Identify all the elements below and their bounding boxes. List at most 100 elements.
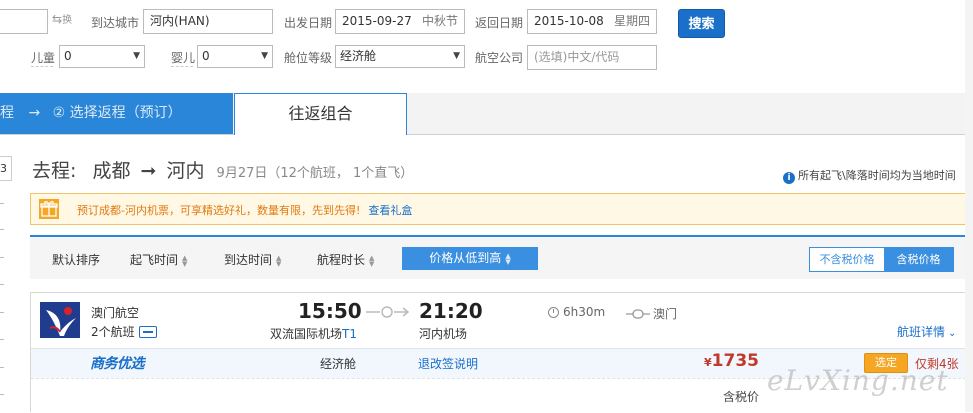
swap-cities-button[interactable]: ⇆换 — [52, 11, 72, 26]
flight-duration-value: 6h30m — [563, 305, 606, 319]
refund-policy-link[interactable]: 退改签说明 — [418, 355, 478, 372]
promo-message: 预订成都-河内机票，可享精选好礼，数量有限，先到先得! — [77, 204, 361, 217]
flight-duration: 6h30m — [548, 305, 605, 319]
departure-terminal: T1 — [342, 327, 357, 341]
sort-arrive-time-label: 到达时间 — [224, 253, 273, 267]
stopover: 澳门 — [626, 305, 677, 322]
departure-time: 15:50 — [298, 299, 362, 323]
departure-airport-name: 双流国际机场 — [270, 327, 343, 341]
airline-input[interactable]: (选填)中文/代码 — [527, 45, 657, 70]
fare-price-value: 1735 — [711, 351, 759, 371]
chevron-down-icon: ⌄ — [948, 328, 957, 339]
sort-arrive-time[interactable]: 到达时间 ▲ ▼ — [224, 251, 281, 268]
depart-date-value: 2015-09-27 — [342, 14, 412, 28]
meal-icon — [138, 326, 157, 338]
sort-duration[interactable]: 航程时长 ▲ ▼ — [317, 251, 374, 268]
flight-details-label: 航班详情 — [897, 325, 946, 339]
step-arrow-icon: → — [28, 105, 41, 121]
route-prefix: 去程: — [32, 160, 77, 182]
info-icon: i — [783, 172, 795, 184]
sub-flights[interactable]: 2个航班 — [91, 323, 157, 340]
child-label: 儿童 — [31, 51, 56, 65]
chevron-down-icon: ▼ — [261, 51, 268, 61]
child-count-select[interactable]: 0 ▼ — [59, 45, 145, 68]
from-city-input[interactable] — [0, 9, 48, 34]
route-title: 去程: 成都 ➞ 河内 9月27日（12个航班， 1个直飞） — [32, 156, 413, 183]
route-arrow-icon — [366, 306, 410, 318]
search-button[interactable]: 搜索 — [678, 9, 725, 38]
view-gift-link[interactable]: 查看礼盒 — [368, 204, 412, 217]
promo-banner: 预订成都-河内机票，可享精选好礼，数量有限，先到先得! 查看礼盒 — [30, 193, 972, 225]
tax-included-option[interactable]: 含税价格 — [884, 248, 953, 271]
infant-divider — [171, 66, 193, 67]
depart-date-input[interactable]: 2015-09-27 中秋节 — [335, 9, 465, 34]
infant-count-value: 0 — [202, 49, 210, 63]
sort-arrows-icon: ▲ ▼ — [182, 254, 188, 268]
chevron-down-icon: ▼ — [453, 51, 460, 61]
sort-default-label: 默认排序 — [52, 253, 101, 267]
tab-roundtrip-combo[interactable]: 往返组合 — [234, 93, 407, 135]
step-progress: 程 → ② 选择返程（预订） — [0, 93, 233, 134]
arrival-airport: 河内机场 — [419, 327, 468, 341]
sort-arrows-icon: ▲ ▼ — [369, 254, 375, 268]
swap-icon: ⇆ — [52, 12, 63, 26]
sort-depart-time-label: 起飞时间 — [130, 253, 179, 267]
tax-included-note: 含税价 — [723, 390, 760, 404]
route-origin: 成都 — [92, 160, 131, 182]
to-city-input[interactable]: 河内(HAN) — [143, 9, 273, 34]
gift-icon — [39, 199, 59, 219]
left-panel-stub[interactable]: 3 — [0, 156, 12, 181]
child-count-value: 0 — [64, 49, 72, 63]
page-edge — [965, 0, 973, 412]
sub-flights-count: 2个航班 — [91, 325, 135, 339]
cabin-class-value: 经济舱 — [340, 49, 377, 63]
airline-label: 航空公司 — [475, 51, 524, 65]
depart-date-label: 出发日期 — [284, 16, 333, 30]
airline-name: 澳门航空 — [91, 306, 140, 320]
depart-date-holiday: 中秋节 — [421, 14, 458, 28]
timezone-note: i 所有起飞\降落时间均为当地时间 — [783, 167, 956, 184]
timezone-note-text: 所有起飞\降落时间均为当地时间 — [798, 169, 956, 182]
route-date-info: 9月27日（12个航班， 1个直飞） — [216, 166, 414, 181]
return-date-weekday: 星期四 — [613, 14, 650, 28]
clock-icon — [548, 307, 559, 318]
tax-price-toggle: 不含税价格 含税价格 — [809, 247, 954, 272]
swap-label: 换 — [62, 15, 73, 26]
sort-default[interactable]: 默认排序 — [52, 251, 100, 268]
departure-airport: 双流国际机场T1 — [270, 325, 357, 342]
fare-price: ¥1735 — [704, 351, 759, 371]
return-date-label: 返回日期 — [475, 16, 524, 30]
flight-details-link[interactable]: 航班详情 ⌄ — [897, 323, 956, 340]
promo-text: 预订成都-河内机票，可享精选好礼，数量有限，先到先得! 查看礼盒 — [77, 202, 412, 218]
stopover-city: 澳门 — [653, 307, 678, 321]
sort-arrows-icon: ▲ ▼ — [505, 252, 511, 266]
infant-count-select[interactable]: 0 ▼ — [197, 45, 273, 68]
infant-label: 婴儿 — [171, 51, 196, 65]
sort-price-asc[interactable]: 价格从低到高 ▲ ▼ — [402, 247, 538, 270]
sort-depart-time[interactable]: 起飞时间 ▲ ▼ — [130, 251, 187, 268]
sort-price-label: 价格从低到高 — [429, 251, 502, 265]
air-macau-logo — [40, 302, 80, 338]
return-date-input[interactable]: 2015-10-08 星期四 — [527, 9, 657, 34]
route-destination: 河内 — [166, 160, 205, 182]
tax-excluded-option[interactable]: 不含税价格 — [810, 248, 884, 271]
step-1-label: 程 — [0, 105, 14, 121]
cabin-class-label: 舱位等级 — [284, 51, 333, 65]
to-city-value: 河内(HAN) — [150, 14, 210, 28]
fare-cabin: 经济舱 — [320, 357, 357, 371]
stopover-icon — [626, 309, 650, 319]
step-2-label: ② 选择返程（预订） — [52, 105, 182, 121]
arrival-time: 21:20 — [419, 299, 483, 323]
return-date-value: 2015-10-08 — [534, 14, 604, 28]
arrow-right-icon: ➞ — [140, 160, 157, 182]
child-divider — [31, 66, 53, 67]
cabin-class-select[interactable]: 经济舱 ▼ — [335, 45, 465, 68]
sort-duration-label: 航程时长 — [317, 253, 366, 267]
currency-symbol: ¥ — [704, 356, 712, 369]
site-watermark: eLvXing.net — [767, 364, 949, 397]
business-select-badge: 商务优选 — [90, 356, 145, 372]
to-city-label: 到达城市 — [91, 16, 140, 30]
airline-placeholder: (选填)中文/代码 — [534, 50, 620, 64]
sort-arrows-icon: ▲ ▼ — [276, 254, 282, 268]
sort-bar: 默认排序 起飞时间 ▲ ▼ 到达时间 ▲ ▼ 航程时长 ▲ ▼ 价格从低到高 ▲ ▼ 不含税价格… — [30, 235, 972, 279]
